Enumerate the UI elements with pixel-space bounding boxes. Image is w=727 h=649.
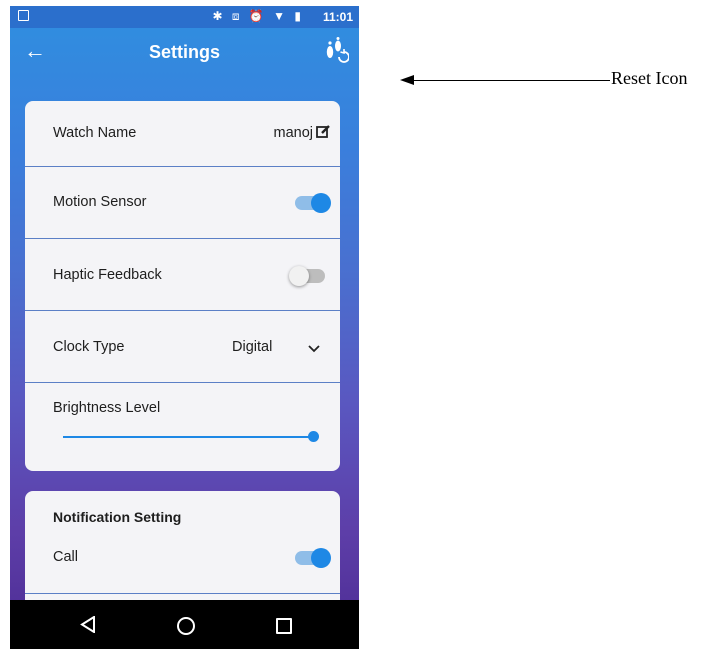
haptic-feedback-toggle[interactable] — [289, 266, 325, 286]
nav-back-icon[interactable] — [80, 616, 96, 633]
divider — [25, 593, 340, 594]
brightness-slider-thumb[interactable] — [308, 431, 319, 442]
clock-type-label: Clock Type — [53, 339, 125, 355]
annotation-arrow-line — [410, 80, 610, 81]
motion-sensor-toggle[interactable] — [295, 193, 331, 213]
app-bar: ← Settings — [10, 28, 359, 80]
toggle-knob — [311, 193, 331, 213]
settings-card: Watch Name manoj Motion Sensor Haptic Fe… — [25, 101, 340, 471]
notification-icon — [18, 10, 29, 21]
watch-name-row[interactable]: Watch Name manoj — [25, 101, 340, 167]
watch-name-value: manoj — [273, 125, 314, 141]
nav-recents-icon[interactable] — [276, 618, 292, 634]
toggle-knob — [289, 266, 309, 286]
motion-sensor-label: Motion Sensor — [53, 194, 147, 210]
call-toggle[interactable] — [295, 548, 331, 568]
reset-icon[interactable] — [323, 36, 349, 66]
brightness-label: Brightness Level — [53, 400, 161, 416]
clock-type-value: Digital — [232, 339, 273, 355]
haptic-feedback-row: Haptic Feedback — [25, 239, 340, 311]
clock-type-row[interactable]: Clock Type Digital — [25, 311, 340, 383]
motion-sensor-row: Motion Sensor — [25, 167, 340, 239]
watch-name-label: Watch Name — [53, 125, 137, 141]
haptic-feedback-label: Haptic Feedback — [53, 267, 162, 283]
nav-home-icon[interactable] — [177, 617, 195, 635]
android-nav-bar — [10, 600, 359, 649]
chevron-down-icon[interactable] — [308, 345, 320, 353]
status-time: 11:01 — [322, 10, 353, 24]
page-title: Settings — [148, 42, 220, 62]
phone-screen: ✱ ⧈ ⏰ ▼ ▮ 11:01 ← Settings Watch Name ma… — [10, 6, 359, 649]
status-bar: ✱ ⧈ ⏰ ▼ ▮ 11:01 — [10, 6, 359, 28]
notification-header: Notification Setting — [53, 509, 182, 525]
status-icons: ✱ ⧈ ⏰ ▼ ▮ — [212, 9, 304, 23]
edit-icon[interactable] — [316, 124, 331, 139]
annotation-label: Reset Icon — [611, 68, 688, 88]
toggle-knob — [311, 548, 331, 568]
call-label: Call — [53, 549, 78, 565]
brightness-slider-track[interactable] — [63, 436, 311, 438]
